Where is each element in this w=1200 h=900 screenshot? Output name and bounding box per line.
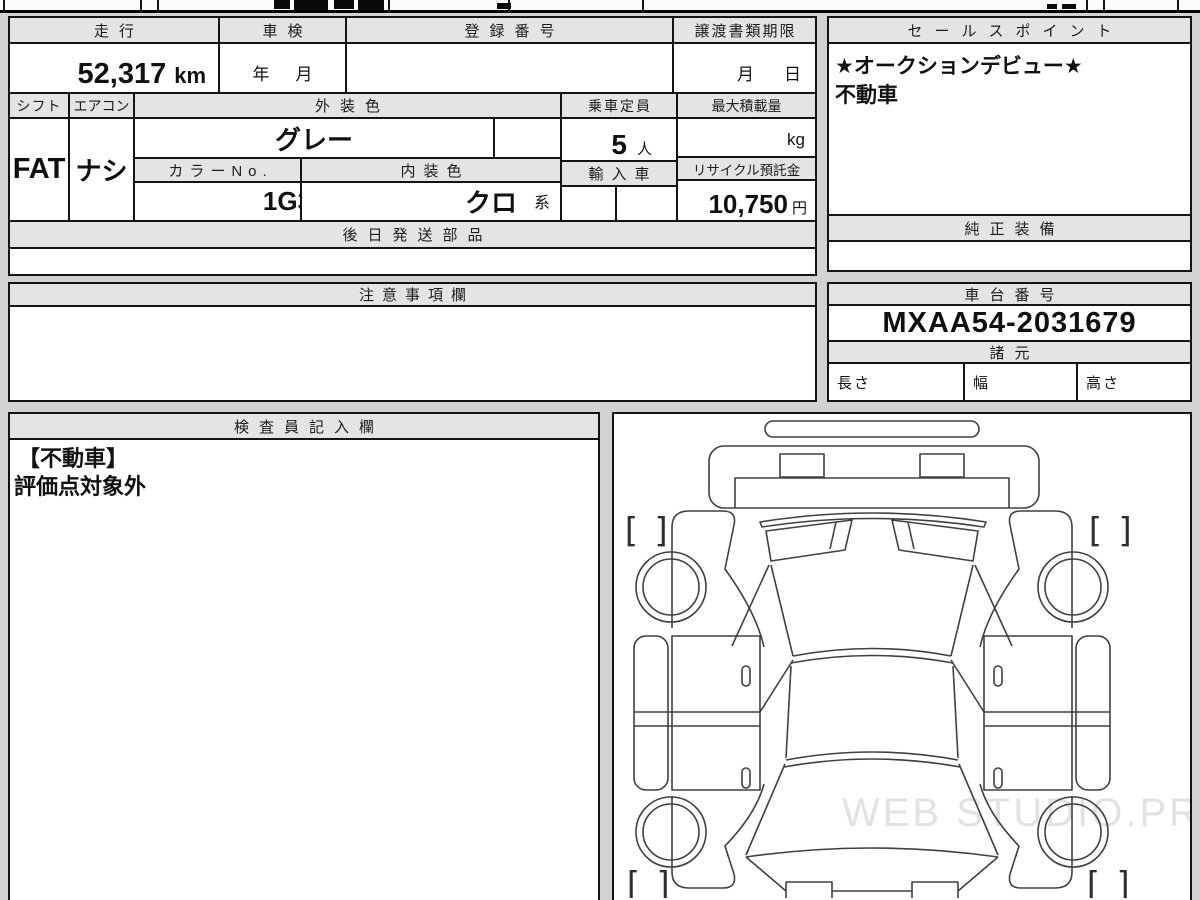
aircon-value: ナシ: [75, 156, 128, 186]
color-no-header: カラーNo.: [135, 159, 302, 181]
registration-value-cell: [347, 44, 674, 92]
cutoff-text-fragment: [274, 0, 290, 9]
odometer-header: 走行: [10, 18, 220, 42]
transfer-day-label: 日: [784, 65, 801, 84]
color-no-value: 1G3: [262, 186, 300, 216]
spec-length-cell: 長さ: [829, 364, 965, 400]
capacity-unit: 人: [636, 141, 652, 158]
chassis-number-cell: MXAA54-2031679: [829, 306, 1190, 342]
notes-section: 注意事項欄: [8, 282, 817, 402]
max-load-header: 最大積載量: [678, 94, 815, 117]
car-top-view-diagram: WEB STUDIO.PRO: [620, 420, 1190, 898]
max-load-value-cell: kg: [678, 119, 815, 156]
shift-header: シフト: [10, 94, 70, 117]
sales-point-line1: ★オークションデビュー★: [835, 55, 1083, 78]
exterior-color-sub-cell: [495, 119, 560, 157]
inspector-box: 検査員記入欄 【不動車】 評価点対象外: [8, 412, 600, 900]
shaken-header: 車検: [220, 18, 347, 42]
color-no-value-cell: 1G3: [135, 183, 302, 220]
transfer-month-label: 月: [737, 65, 754, 84]
odometer-value-cell: 52,317 km: [10, 44, 220, 92]
recycle-value: 10,750: [708, 189, 788, 219]
genuine-equipment-body: [829, 242, 1190, 270]
interior-color-header: 内装色: [302, 159, 560, 181]
later-parts-value-cell: [10, 249, 815, 274]
sales-point-header: セールスポイント: [829, 18, 1190, 44]
svg-text:]: ]: [1114, 865, 1134, 898]
inspector-header: 検査員記入欄: [10, 414, 598, 440]
notes-header: 注意事項欄: [10, 284, 815, 307]
recycle-header: リサイクル預託金: [678, 158, 815, 179]
watermark-text: WEB STUDIO.PRO: [842, 791, 1190, 835]
transfer-deadline-value-cell: 月 日: [674, 44, 815, 92]
capacity-value-cell: 5 人: [562, 119, 676, 160]
transfer-deadline-header: 譲渡書類期限: [674, 18, 815, 42]
vehicle-data-table: 走行 車検 登録番号 譲渡書類期限 52,317 km 年 月 月 日 シフト …: [8, 16, 817, 276]
interior-color-suffix: 系: [533, 195, 550, 212]
chassis-number: MXAA54-2031679: [882, 306, 1137, 339]
inspector-line2: 評価点対象外: [14, 473, 147, 499]
svg-text:[: [: [620, 511, 640, 551]
specs-header: 諸元: [829, 342, 1190, 364]
later-parts-header: 後日発送部品: [10, 222, 815, 247]
spec-width-cell: 幅: [965, 364, 1078, 400]
shift-value-cell: FAT: [10, 119, 70, 220]
exterior-color-header: 外装色: [135, 94, 562, 117]
sales-point-body: ★オークションデビュー★ 不動車: [829, 44, 1190, 214]
inspector-body: 【不動車】 評価点対象外: [10, 440, 598, 900]
svg-text:]: ]: [1116, 511, 1136, 551]
interior-color-value: クロ: [464, 188, 517, 218]
import-car-header: 輸入車: [562, 162, 676, 185]
top-cutoff-strip: [0, 0, 1200, 13]
notes-body: [10, 307, 815, 400]
svg-text:[: [: [1082, 865, 1102, 898]
exterior-color-value: グレー: [274, 124, 353, 155]
recycle-value-cell: 10,750 円: [678, 181, 815, 220]
odometer-value: 52,317: [77, 58, 167, 90]
import-car-cell-2: [617, 187, 676, 220]
svg-text:]: ]: [654, 865, 674, 898]
aircon-header: エアコン: [70, 94, 135, 117]
genuine-equipment-header: 純正装備: [829, 214, 1190, 242]
shaken-value-cell: 年 月: [220, 44, 347, 92]
shaken-year-label: 年: [252, 65, 270, 84]
inspector-line1: 【不動車】: [18, 446, 129, 471]
svg-text:]: ]: [652, 511, 672, 551]
aircon-value-cell: ナシ: [70, 119, 135, 220]
odometer-unit: km: [174, 63, 206, 88]
spec-height-cell: 高さ: [1086, 374, 1121, 392]
shaken-month-label: 月: [295, 65, 313, 84]
svg-text:[: [: [622, 865, 642, 898]
exterior-color-value-cell: グレー: [135, 119, 495, 158]
car-diagram-box: WEB STUDIO.PRO: [612, 412, 1192, 900]
interior-color-value-cell: クロ 系: [302, 183, 560, 220]
capacity-header: 乗車定員: [562, 94, 678, 117]
svg-text:[: [: [1084, 511, 1104, 551]
shift-value: FAT: [12, 153, 66, 185]
max-load-unit: kg: [787, 130, 805, 150]
capacity-value: 5: [611, 129, 627, 160]
recycle-unit: 円: [791, 200, 807, 217]
chassis-panel: 車台番号 MXAA54-2031679 諸元 長さ 幅 高さ: [827, 282, 1192, 402]
sales-point-line2: 不動車: [835, 84, 898, 108]
sales-point-panel: セールスポイント ★オークションデビュー★ 不動車 純正装備: [827, 16, 1192, 272]
import-car-cell-1: [562, 187, 617, 220]
registration-header: 登録番号: [347, 18, 674, 42]
chassis-number-header: 車台番号: [829, 284, 1190, 306]
